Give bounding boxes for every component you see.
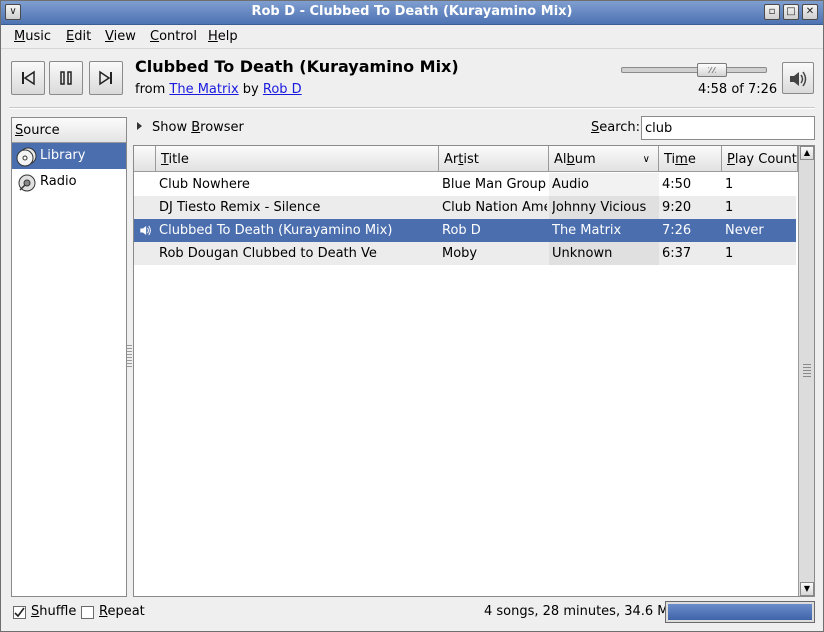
shuffle-checkbox[interactable]	[13, 606, 26, 619]
library-icon	[16, 147, 37, 167]
menu-control[interactable]: Control	[150, 29, 197, 44]
repeat-checkbox[interactable]	[81, 606, 94, 619]
track-artist: Blue Man Group	[442, 177, 547, 192]
track-title: DJ Tiesto Remix - Silence	[159, 200, 321, 215]
track-title: Clubbed To Death (Kurayamino Mix)	[159, 223, 393, 238]
sort-descending-icon: ∨	[642, 154, 650, 165]
scroll-up-icon[interactable]: ▲	[800, 146, 814, 160]
track-time: 9:20	[662, 200, 692, 215]
next-icon	[99, 70, 112, 86]
pause-button[interactable]	[49, 61, 83, 95]
shuffle-label[interactable]: Shuffle	[31, 604, 76, 619]
track-artist: Moby	[442, 246, 478, 261]
track-row[interactable]: Rob Dougan Clubbed to Death Ve Moby Unkn…	[134, 242, 796, 265]
menu-edit[interactable]: Edit	[66, 29, 91, 44]
column-header-title[interactable]: Title	[156, 146, 439, 172]
track-time: 4:50	[662, 177, 692, 192]
track-artist: Club Nation Amer	[442, 200, 547, 215]
track-play-count: 1	[725, 200, 734, 215]
track-row[interactable]: Club Nowhere Blue Man Group Audio 4:50 1	[134, 173, 796, 196]
seek-slider-handle[interactable]	[697, 63, 727, 77]
track-album: The Matrix	[552, 223, 622, 238]
volume-icon	[790, 71, 807, 87]
menu-music[interactable]: Music	[14, 29, 51, 44]
search-label: Search:	[591, 120, 641, 135]
menu-bar: Music Edit View Control Help	[1, 25, 823, 49]
by-label: by	[242, 82, 259, 97]
track-play-count: 1	[725, 177, 734, 192]
status-progress-fill	[668, 604, 812, 620]
scroll-down-icon[interactable]: ▼	[800, 582, 814, 596]
track-album: Johnny Vicious	[552, 200, 647, 215]
title-bar: ∨ Rob D - Clubbed To Death (Kurayamino M…	[1, 1, 823, 25]
now-playing-title: Clubbed To Death (Kurayamino Mix)	[135, 57, 459, 76]
column-header-play-count[interactable]: Play Count	[722, 146, 798, 172]
track-list-scrollbar[interactable]: ▲ ▼	[798, 146, 814, 596]
source-list: Source Library Radio	[11, 117, 127, 597]
track-artist: Rob D	[442, 223, 481, 238]
source-label-library: Library	[40, 148, 86, 163]
next-button[interactable]	[89, 61, 123, 95]
track-time: 6:37	[662, 246, 692, 261]
track-album: Audio	[552, 177, 589, 192]
menu-view[interactable]: View	[105, 29, 136, 44]
track-row-playing[interactable]: Clubbed To Death (Kurayamino Mix) Rob D …	[134, 219, 796, 242]
track-list-header: Title Artist Album ∨ Time Play Count	[134, 146, 798, 172]
seek-slider[interactable]	[621, 67, 767, 73]
pane-resize-handle[interactable]	[127, 345, 132, 369]
track-play-count: 1	[725, 246, 734, 261]
search-input[interactable]	[641, 116, 815, 140]
column-header-time[interactable]: Time	[659, 146, 722, 172]
previous-icon	[22, 70, 35, 86]
track-row[interactable]: DJ Tiesto Remix - Silence Club Nation Am…	[134, 196, 796, 219]
scrollbar-grip[interactable]	[803, 364, 811, 378]
maximize-icon[interactable]: □	[783, 4, 799, 20]
track-time: 7:26	[662, 223, 692, 238]
elapsed-time: 4:58 of 7:26	[698, 82, 778, 97]
from-label: from	[135, 82, 166, 97]
volume-button[interactable]	[782, 62, 814, 94]
album-link[interactable]: The Matrix	[169, 82, 238, 97]
source-label-radio: Radio	[40, 174, 77, 189]
previous-button[interactable]	[11, 61, 45, 95]
show-browser-toggle[interactable]: Show Browser	[137, 120, 244, 135]
column-header-playing[interactable]	[134, 146, 156, 172]
source-item-library[interactable]: Library	[12, 143, 126, 169]
close-icon[interactable]: ✕	[802, 4, 818, 20]
track-list: Title Artist Album ∨ Time Play Count Club…	[133, 145, 815, 597]
column-header-artist[interactable]: Artist	[439, 146, 549, 172]
artist-link[interactable]: Rob D	[263, 82, 302, 97]
track-play-count: Never	[725, 223, 764, 238]
menu-help[interactable]: Help	[208, 29, 238, 44]
checkmark-icon	[14, 607, 25, 618]
source-column-header[interactable]: Source	[12, 118, 126, 143]
status-progress-bar	[665, 601, 815, 623]
window-title: Rob D - Clubbed To Death (Kurayamino Mix…	[251, 4, 573, 19]
pause-icon	[60, 71, 72, 85]
rhythmbox-window: ∨ Rob D - Clubbed To Death (Kurayamino M…	[0, 0, 824, 632]
track-title: Rob Dougan Clubbed to Death Ve	[159, 246, 377, 261]
now-playing-subtitle: from The Matrix by Rob D	[135, 82, 302, 97]
now-playing-icon	[140, 225, 151, 236]
track-album: Unknown	[552, 246, 613, 261]
header-separator	[9, 107, 815, 109]
source-item-radio[interactable]: Radio	[12, 169, 126, 195]
column-header-album[interactable]: Album ∨	[549, 146, 659, 172]
minimize-icon[interactable]: ▫	[764, 4, 780, 20]
repeat-label[interactable]: Repeat	[99, 604, 145, 619]
expander-arrow-icon	[137, 122, 142, 130]
track-title: Club Nowhere	[159, 177, 250, 192]
radio-icon	[18, 174, 36, 192]
library-summary: 4 songs, 28 minutes, 34.6 MB	[484, 604, 678, 619]
